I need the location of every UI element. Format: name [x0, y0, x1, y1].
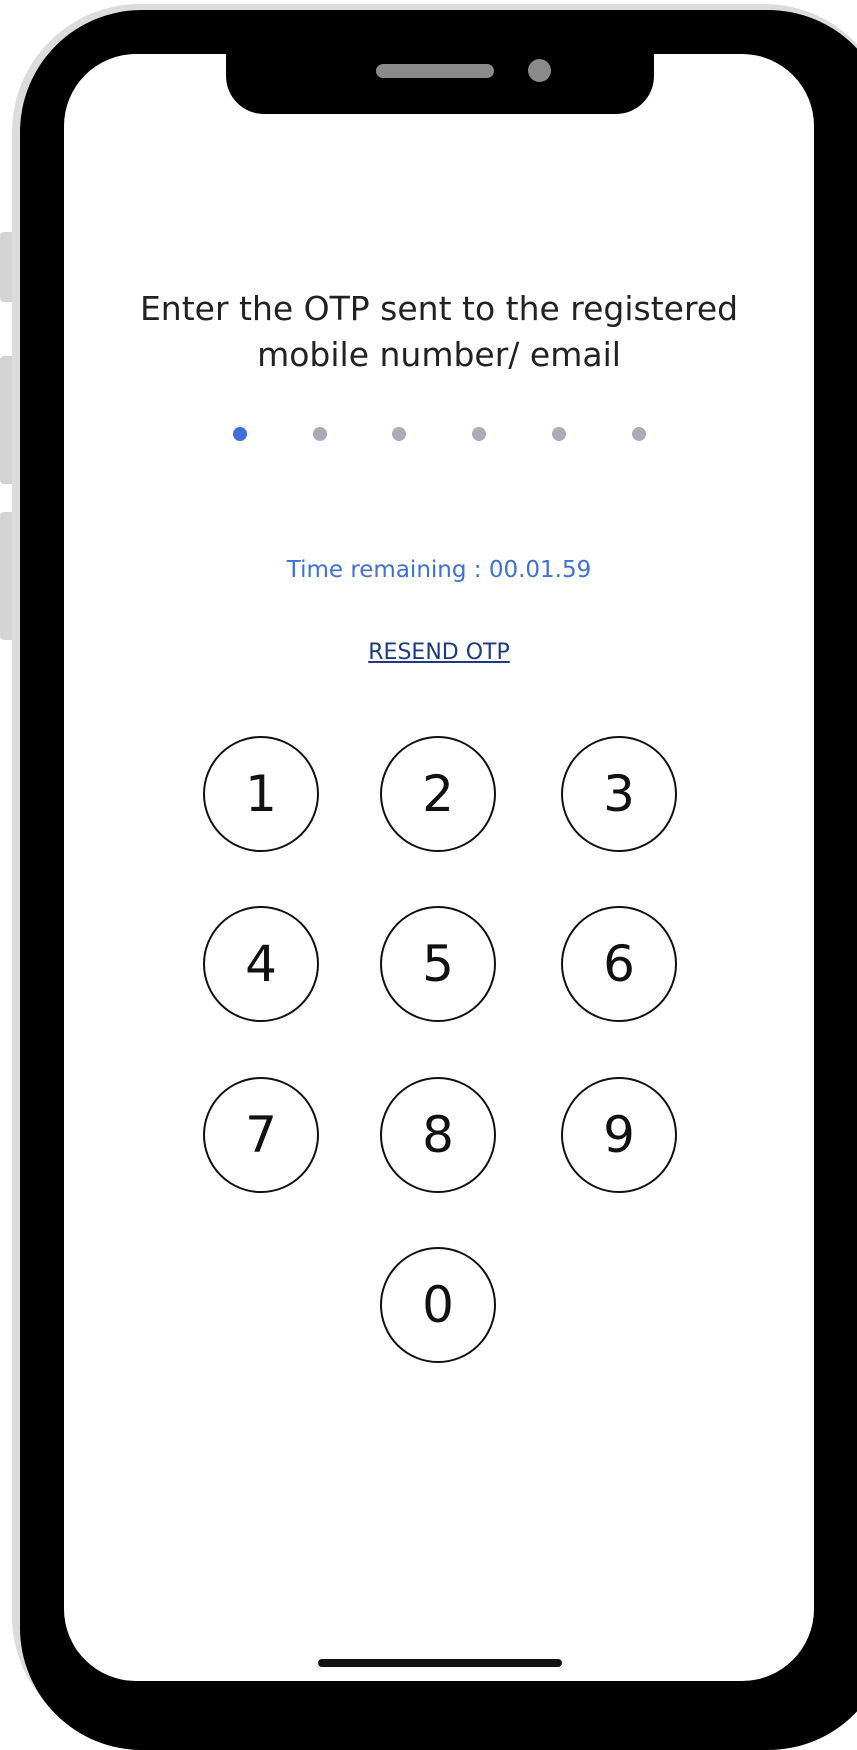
- front-camera: [528, 59, 551, 82]
- notch: [226, 40, 654, 114]
- phone-screen: Enter the OTP sent to the registered mob…: [64, 54, 814, 1681]
- key-1[interactable]: 1: [203, 736, 319, 852]
- otp-dot-empty: [392, 427, 406, 441]
- key-3[interactable]: 3: [561, 736, 677, 852]
- otp-prompt-line-1: Enter the OTP sent to the registered: [139, 289, 739, 328]
- key-1-label: 1: [245, 765, 277, 823]
- otp-dot-empty: [313, 427, 327, 441]
- key-6[interactable]: 6: [561, 906, 677, 1022]
- key-6-label: 6: [603, 935, 635, 993]
- key-4[interactable]: 4: [203, 906, 319, 1022]
- otp-progress-dots: [64, 427, 814, 451]
- resend-otp-link[interactable]: RESEND OTP: [368, 640, 509, 665]
- key-8[interactable]: 8: [380, 1077, 496, 1193]
- key-2-label: 2: [422, 765, 454, 823]
- key-0[interactable]: 0: [380, 1247, 496, 1363]
- key-0-label: 0: [422, 1276, 454, 1334]
- key-5-label: 5: [422, 935, 454, 993]
- key-5[interactable]: 5: [380, 906, 496, 1022]
- key-4-label: 4: [245, 935, 277, 993]
- key-9-label: 9: [603, 1106, 635, 1164]
- key-8-label: 8: [422, 1106, 454, 1164]
- resend-otp-container: RESEND OTP: [64, 640, 814, 665]
- otp-prompt-line-2: mobile number/ email: [257, 335, 621, 374]
- key-7[interactable]: 7: [203, 1077, 319, 1193]
- otp-prompt: Enter the OTP sent to the registered mob…: [64, 286, 814, 378]
- otp-dot-empty: [552, 427, 566, 441]
- otp-dot-empty: [632, 427, 646, 441]
- key-9[interactable]: 9: [561, 1077, 677, 1193]
- speaker-grille: [376, 64, 494, 78]
- key-3-label: 3: [603, 765, 635, 823]
- mute-switch: [0, 232, 12, 302]
- volume-down-button: [0, 512, 12, 640]
- time-remaining-label: Time remaining : 00.01.59: [286, 557, 592, 583]
- otp-dot-filled: [233, 427, 247, 441]
- otp-dot-empty: [472, 427, 486, 441]
- home-indicator[interactable]: [318, 1659, 562, 1667]
- volume-up-button: [0, 356, 12, 484]
- key-7-label: 7: [245, 1106, 277, 1164]
- key-2[interactable]: 2: [380, 736, 496, 852]
